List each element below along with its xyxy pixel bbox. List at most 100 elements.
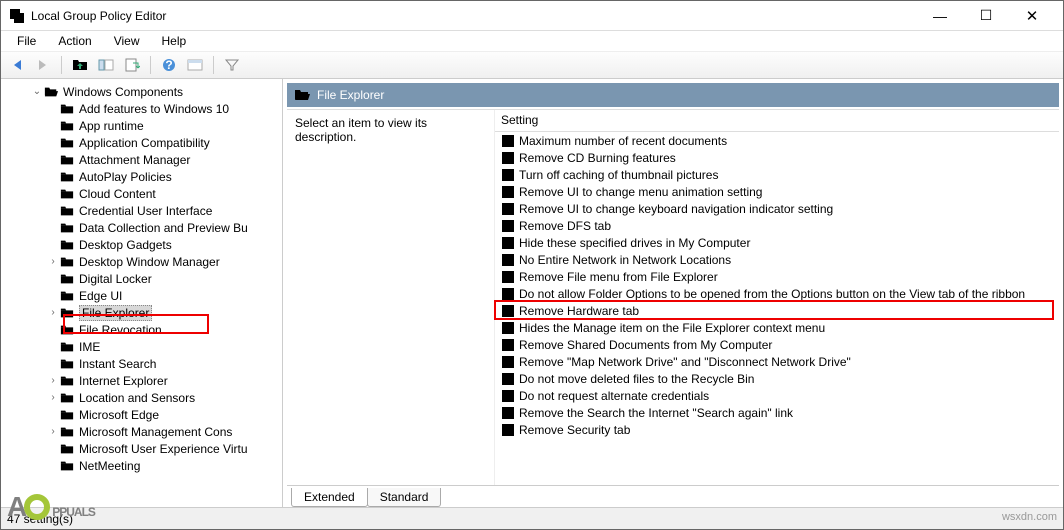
tree-item[interactable]: ·Microsoft Edge xyxy=(1,406,282,423)
setting-row[interactable]: Remove Hardware tab xyxy=(495,302,1059,319)
setting-row[interactable]: Remove UI to change keyboard navigation … xyxy=(495,200,1059,217)
tree-parent-windows-components[interactable]: ⌄Windows Components xyxy=(1,83,282,100)
tree-item[interactable]: ·NetMeeting xyxy=(1,457,282,474)
setting-row[interactable]: Hide these specified drives in My Comput… xyxy=(495,234,1059,251)
tab-standard[interactable]: Standard xyxy=(367,488,442,507)
setting-row[interactable]: Maximum number of recent documents xyxy=(495,132,1059,149)
policy-icon xyxy=(501,321,515,335)
up-button[interactable] xyxy=(68,54,92,76)
setting-row[interactable]: Remove File menu from File Explorer xyxy=(495,268,1059,285)
title-bar: Local Group Policy Editor — ☐ ✕ xyxy=(1,1,1063,31)
tree-item[interactable]: ·File Revocation xyxy=(1,321,282,338)
setting-label: Remove UI to change keyboard navigation … xyxy=(519,202,833,216)
setting-row[interactable]: Do not move deleted files to the Recycle… xyxy=(495,370,1059,387)
setting-row[interactable]: Remove "Map Network Drive" and "Disconne… xyxy=(495,353,1059,370)
tree-item[interactable]: ·Desktop Gadgets xyxy=(1,236,282,253)
tree-item[interactable]: ·Attachment Manager xyxy=(1,151,282,168)
tree-item[interactable]: ·Credential User Interface xyxy=(1,202,282,219)
tree-item[interactable]: ·IME xyxy=(1,338,282,355)
tree-item[interactable]: ·Cloud Content xyxy=(1,185,282,202)
setting-row[interactable]: Do not allow Folder Options to be opened… xyxy=(495,285,1059,302)
show-hide-action-button[interactable] xyxy=(183,54,207,76)
tree-item[interactable]: ›Microsoft Management Cons xyxy=(1,423,282,440)
folder-icon xyxy=(59,289,75,303)
folder-icon xyxy=(59,459,75,473)
setting-row[interactable]: Do not request alternate credentials xyxy=(495,387,1059,404)
tree-item[interactable]: ›Location and Sensors xyxy=(1,389,282,406)
tree-item[interactable]: ›Desktop Window Manager xyxy=(1,253,282,270)
minimize-button[interactable]: — xyxy=(917,1,963,31)
tree-item[interactable]: ·AutoPlay Policies xyxy=(1,168,282,185)
menu-view[interactable]: View xyxy=(104,32,150,50)
policy-icon xyxy=(501,423,515,437)
tree-item[interactable]: ·App runtime xyxy=(1,117,282,134)
back-button[interactable] xyxy=(5,54,29,76)
tree-item[interactable]: ·Data Collection and Preview Bu xyxy=(1,219,282,236)
setting-row[interactable]: Hides the Manage item on the File Explor… xyxy=(495,319,1059,336)
tree-label: Windows Components xyxy=(63,85,183,99)
tree-item-label: Cloud Content xyxy=(79,187,156,201)
setting-label: Hides the Manage item on the File Explor… xyxy=(519,321,825,335)
setting-label: No Entire Network in Network Locations xyxy=(519,253,731,267)
policy-icon xyxy=(501,185,515,199)
description-column: Select an item to view its description. xyxy=(287,110,495,485)
setting-label: Do not request alternate credentials xyxy=(519,389,709,403)
tree-item-label: Microsoft User Experience Virtu xyxy=(79,442,248,456)
folder-icon xyxy=(59,374,75,388)
content-header: File Explorer xyxy=(287,83,1059,107)
setting-label: Remove DFS tab xyxy=(519,219,611,233)
policy-icon xyxy=(501,253,515,267)
filter-button[interactable] xyxy=(220,54,244,76)
export-list-button[interactable] xyxy=(120,54,144,76)
setting-row[interactable]: No Entire Network in Network Locations xyxy=(495,251,1059,268)
setting-row[interactable]: Remove CD Burning features xyxy=(495,149,1059,166)
show-hide-tree-button[interactable] xyxy=(94,54,118,76)
settings-scroll[interactable]: Maximum number of recent documentsRemove… xyxy=(495,132,1059,485)
tree-item-label: Credential User Interface xyxy=(79,204,212,218)
policy-icon xyxy=(501,406,515,420)
toolbar: ? xyxy=(1,51,1063,79)
settings-column-header[interactable]: Setting xyxy=(495,110,1059,132)
menu-action[interactable]: Action xyxy=(48,32,101,50)
policy-icon xyxy=(501,219,515,233)
tree-item[interactable]: ·Digital Locker xyxy=(1,270,282,287)
tree-item-label: Instant Search xyxy=(79,357,156,371)
setting-label: Remove the Search the Internet "Search a… xyxy=(519,406,793,420)
description-text: Select an item to view its description. xyxy=(295,116,427,144)
setting-label: Do not allow Folder Options to be opened… xyxy=(519,287,1025,301)
tree-item[interactable]: ·Instant Search xyxy=(1,355,282,372)
folder-icon xyxy=(59,425,75,439)
setting-label: Do not move deleted files to the Recycle… xyxy=(519,372,754,386)
tree-item-label: Application Compatibility xyxy=(79,136,210,150)
setting-label: Remove Security tab xyxy=(519,423,630,437)
tree-item[interactable]: ·Application Compatibility xyxy=(1,134,282,151)
tree-item-label: Data Collection and Preview Bu xyxy=(79,221,248,235)
setting-row[interactable]: Remove DFS tab xyxy=(495,217,1059,234)
maximize-button[interactable]: ☐ xyxy=(963,1,1009,31)
tree-item[interactable]: ·Add features to Windows 10 xyxy=(1,100,282,117)
folder-icon xyxy=(59,272,75,286)
tree-item[interactable]: ›File Explorer xyxy=(1,304,282,321)
folder-icon xyxy=(59,204,75,218)
setting-row[interactable]: Turn off caching of thumbnail pictures xyxy=(495,166,1059,183)
setting-row[interactable]: Remove UI to change menu animation setti… xyxy=(495,183,1059,200)
tree-item-label: File Revocation xyxy=(79,323,162,337)
setting-row[interactable]: Remove Security tab xyxy=(495,421,1059,438)
help-button[interactable]: ? xyxy=(157,54,181,76)
close-button[interactable]: ✕ xyxy=(1009,1,1055,31)
policy-icon xyxy=(501,202,515,216)
menu-file[interactable]: File xyxy=(7,32,46,50)
tree-item-label: Location and Sensors xyxy=(79,391,195,405)
tree-item[interactable]: ·Edge UI xyxy=(1,287,282,304)
policy-icon xyxy=(501,304,515,318)
menu-help[interactable]: Help xyxy=(152,32,197,50)
setting-row[interactable]: Remove the Search the Internet "Search a… xyxy=(495,404,1059,421)
tabs: Extended Standard xyxy=(287,485,1059,507)
tree-scroll[interactable]: ⌄Windows Components·Add features to Wind… xyxy=(1,79,282,507)
app-icon xyxy=(9,8,25,24)
setting-row[interactable]: Remove Shared Documents from My Computer xyxy=(495,336,1059,353)
tree-item[interactable]: ›Internet Explorer xyxy=(1,372,282,389)
tree-item[interactable]: ·Microsoft User Experience Virtu xyxy=(1,440,282,457)
tab-extended[interactable]: Extended xyxy=(291,488,368,507)
forward-button[interactable] xyxy=(31,54,55,76)
